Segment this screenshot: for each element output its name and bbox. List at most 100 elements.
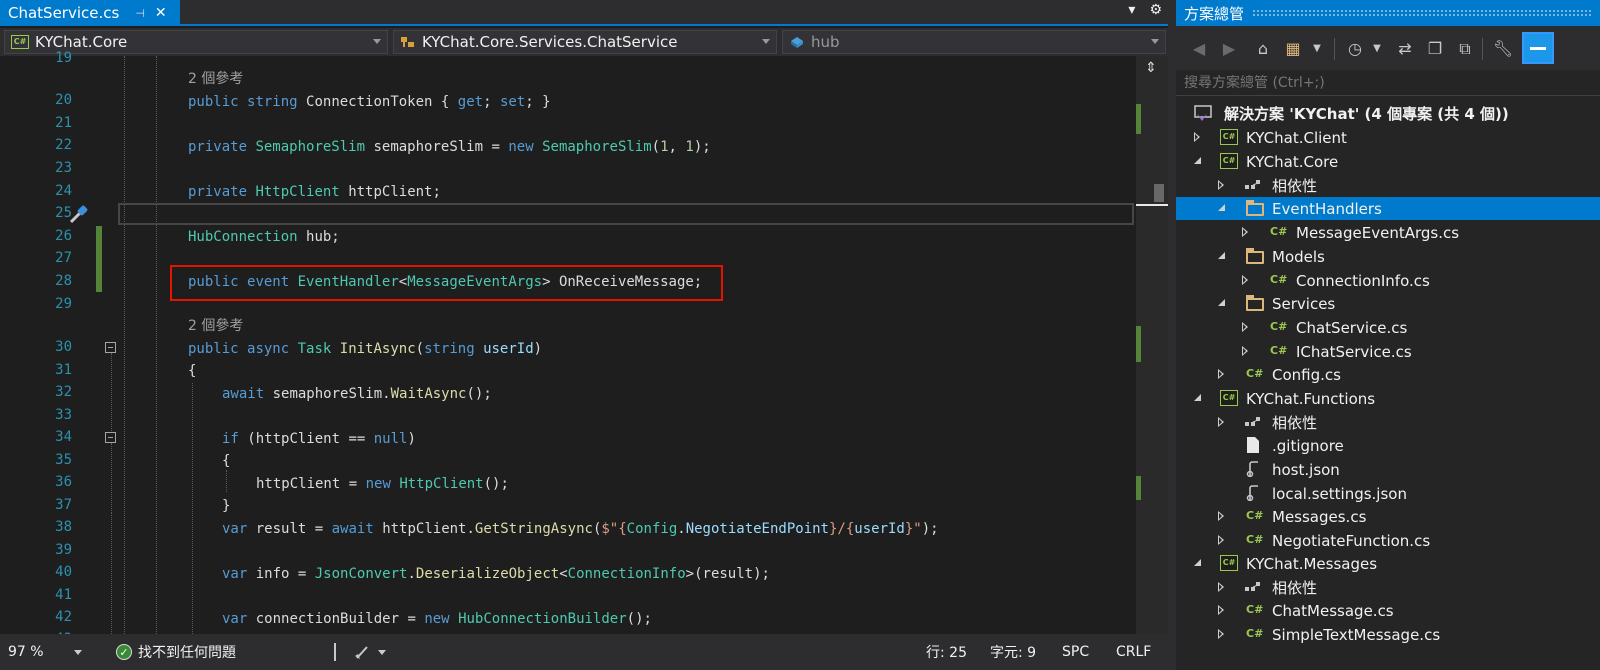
quick-actions-screwdriver-icon[interactable] — [68, 203, 90, 225]
tree-node-label: Models — [1272, 247, 1325, 266]
scrollbar-thumb[interactable] — [1154, 184, 1164, 202]
tree-node-file[interactable]: C# SimpleTextMessage.cs — [1176, 623, 1600, 646]
tree-node-file[interactable]: host.json — [1176, 458, 1600, 481]
line-number: 20 — [55, 92, 72, 108]
tree-node-project[interactable]: C# KYChat.Client — [1176, 126, 1600, 149]
dependencies-icon — [1245, 180, 1260, 189]
tree-node-file[interactable]: C# Config.cs — [1176, 363, 1600, 386]
collapse-arrow-icon[interactable] — [1216, 202, 1228, 214]
expand-arrow-icon[interactable] — [1216, 604, 1228, 616]
collapse-all-icon[interactable]: ❐ — [1424, 38, 1446, 60]
class-dropdown[interactable]: KYChat.Core.Services.ChatService — [393, 30, 777, 54]
tree-node-dependencies[interactable]: 相依性 — [1176, 576, 1600, 599]
tree-node-project[interactable]: C# KYChat.Core — [1176, 150, 1600, 173]
chevron-down-icon[interactable]: ▼ — [1306, 38, 1328, 60]
solution-search-box[interactable] — [1176, 70, 1600, 96]
expand-arrow-icon[interactable] — [1216, 510, 1228, 522]
expand-arrow-icon[interactable] — [1240, 274, 1252, 286]
expand-arrow-icon[interactable] — [1216, 179, 1228, 191]
pin-tab-icon[interactable]: ⊣ — [135, 7, 145, 20]
pending-changes-filter-icon[interactable]: ◷ — [1344, 38, 1366, 60]
chevron-down-icon[interactable]: ▼ — [1366, 38, 1388, 60]
solution-tree: 解決方案 'KYChat' (4 個專案 (共 4 個)) C# KYChat.… — [1176, 100, 1600, 670]
expand-arrow-icon[interactable] — [1240, 226, 1252, 238]
solution-icon — [1194, 105, 1212, 121]
tree-node-label: host.json — [1272, 460, 1340, 479]
solution-search-input[interactable] — [1184, 74, 1564, 91]
tree-node-label: Services — [1272, 294, 1336, 313]
home-icon[interactable]: ⌂ — [1252, 38, 1274, 60]
gear-icon[interactable]: ⚙ — [1149, 2, 1162, 18]
expand-arrow-icon[interactable] — [1216, 416, 1228, 428]
tree-node-file[interactable]: C# IChatService.cs — [1176, 340, 1600, 363]
whitespace-indicator[interactable]: SPC — [1062, 634, 1089, 670]
tree-node-dependencies[interactable]: 相依性 — [1176, 174, 1600, 197]
collapse-arrow-icon[interactable] — [1192, 155, 1204, 167]
collapse-region-button[interactable] — [105, 432, 116, 443]
tree-node-file[interactable]: C# MessageEventArgs.cs — [1176, 221, 1600, 244]
expand-arrow-icon[interactable] — [1192, 131, 1204, 143]
code-cleanup-button[interactable] — [354, 634, 386, 670]
zoom-dropdown[interactable]: 97 % — [8, 634, 88, 670]
tree-node-file[interactable]: local.settings.json — [1176, 482, 1600, 505]
collapse-arrow-icon[interactable] — [1216, 250, 1228, 262]
tree-node-folder[interactable]: Services — [1176, 292, 1600, 315]
tree-node-file[interactable]: .gitignore — [1176, 434, 1600, 457]
tree-node-file[interactable]: C# NegotiateFunction.cs — [1176, 529, 1600, 552]
collapse-arrow-icon[interactable] — [1192, 557, 1204, 569]
collapse-arrow-icon[interactable] — [1192, 392, 1204, 404]
char-indicator[interactable]: 字元: 9 — [990, 634, 1036, 670]
code-line: private HttpClient httpClient; — [188, 184, 441, 200]
back-icon[interactable]: ◀ — [1188, 38, 1210, 60]
class-icon — [401, 37, 414, 47]
tree-node-folder[interactable]: Models — [1176, 245, 1600, 268]
change-indicator — [96, 226, 102, 292]
collapse-arrow-icon[interactable] — [1216, 297, 1228, 309]
close-tab-icon[interactable]: ✕ — [155, 5, 167, 21]
line-number: 19 — [55, 50, 72, 66]
code-lens-references[interactable]: 2 個參考 — [188, 315, 243, 338]
sync-with-document-icon[interactable]: ⇄ — [1394, 38, 1416, 60]
tree-node-file[interactable]: C# ChatService.cs — [1176, 316, 1600, 339]
show-all-files-icon[interactable]: ⧉ — [1454, 38, 1476, 60]
tree-node-project[interactable]: C# KYChat.Messages — [1176, 552, 1600, 575]
field-icon — [791, 37, 803, 48]
properties-wrench-icon[interactable]: 🔧︎ — [1492, 38, 1514, 60]
dependencies-icon — [1245, 417, 1260, 426]
vertical-scrollbar[interactable] — [1136, 56, 1168, 634]
preview-selected-items-button[interactable] — [1522, 32, 1554, 64]
tree-node-project[interactable]: C# KYChat.Functions — [1176, 387, 1600, 410]
tree-node-file[interactable]: C# ChatMessage.cs — [1176, 599, 1600, 622]
expand-arrow-icon[interactable] — [1216, 628, 1228, 640]
tree-node-file[interactable]: C# ConnectionInfo.cs — [1176, 269, 1600, 292]
expand-arrow-icon[interactable] — [1216, 581, 1228, 593]
line-number: 38 — [55, 519, 72, 535]
chevron-down-icon — [378, 649, 386, 655]
line-ending-indicator[interactable]: CRLF — [1116, 634, 1151, 670]
csharp-project-icon: C# — [1220, 555, 1238, 571]
code-lens-references[interactable]: 2 個參考 — [188, 68, 243, 91]
tree-node-folder-selected[interactable]: EventHandlers — [1176, 197, 1600, 220]
tree-node-dependencies[interactable]: 相依性 — [1176, 411, 1600, 434]
member-dropdown[interactable]: hub — [782, 30, 1166, 54]
split-editor-icon[interactable]: ⇕ — [1141, 60, 1161, 80]
line-number: 27 — [55, 250, 72, 266]
dependencies-icon — [1245, 582, 1260, 591]
expand-arrow-icon[interactable] — [1240, 321, 1252, 333]
code-text-area[interactable]: 2 個參考 public string ConnectionToken { ge… — [120, 56, 1136, 634]
issues-indicator[interactable]: ✓ 找不到任何問題 — [116, 634, 236, 670]
code-line: public string ConnectionToken { get; set… — [188, 94, 551, 110]
collapse-region-button[interactable] — [105, 342, 116, 353]
line-indicator[interactable]: 行: 25 — [926, 634, 967, 670]
expand-arrow-icon[interactable] — [1216, 368, 1228, 380]
expand-arrow-icon[interactable] — [1216, 534, 1228, 546]
switch-views-icon[interactable]: ▦ — [1282, 38, 1304, 60]
tree-node-solution[interactable]: 解決方案 'KYChat' (4 個專案 (共 4 個)) — [1176, 102, 1600, 125]
csharp-file-icon: C# — [1246, 533, 1264, 546]
tab-chatservice[interactable]: ChatService.cs ⊣ ✕ — [0, 0, 180, 26]
forward-icon[interactable]: ▶ — [1218, 38, 1240, 60]
expand-arrow-icon[interactable] — [1240, 345, 1252, 357]
tree-node-file[interactable]: C# Messages.cs — [1176, 505, 1600, 528]
csharp-project-icon: C# — [1220, 129, 1238, 145]
tab-list-dropdown-icon[interactable]: ▾ — [1128, 2, 1135, 18]
